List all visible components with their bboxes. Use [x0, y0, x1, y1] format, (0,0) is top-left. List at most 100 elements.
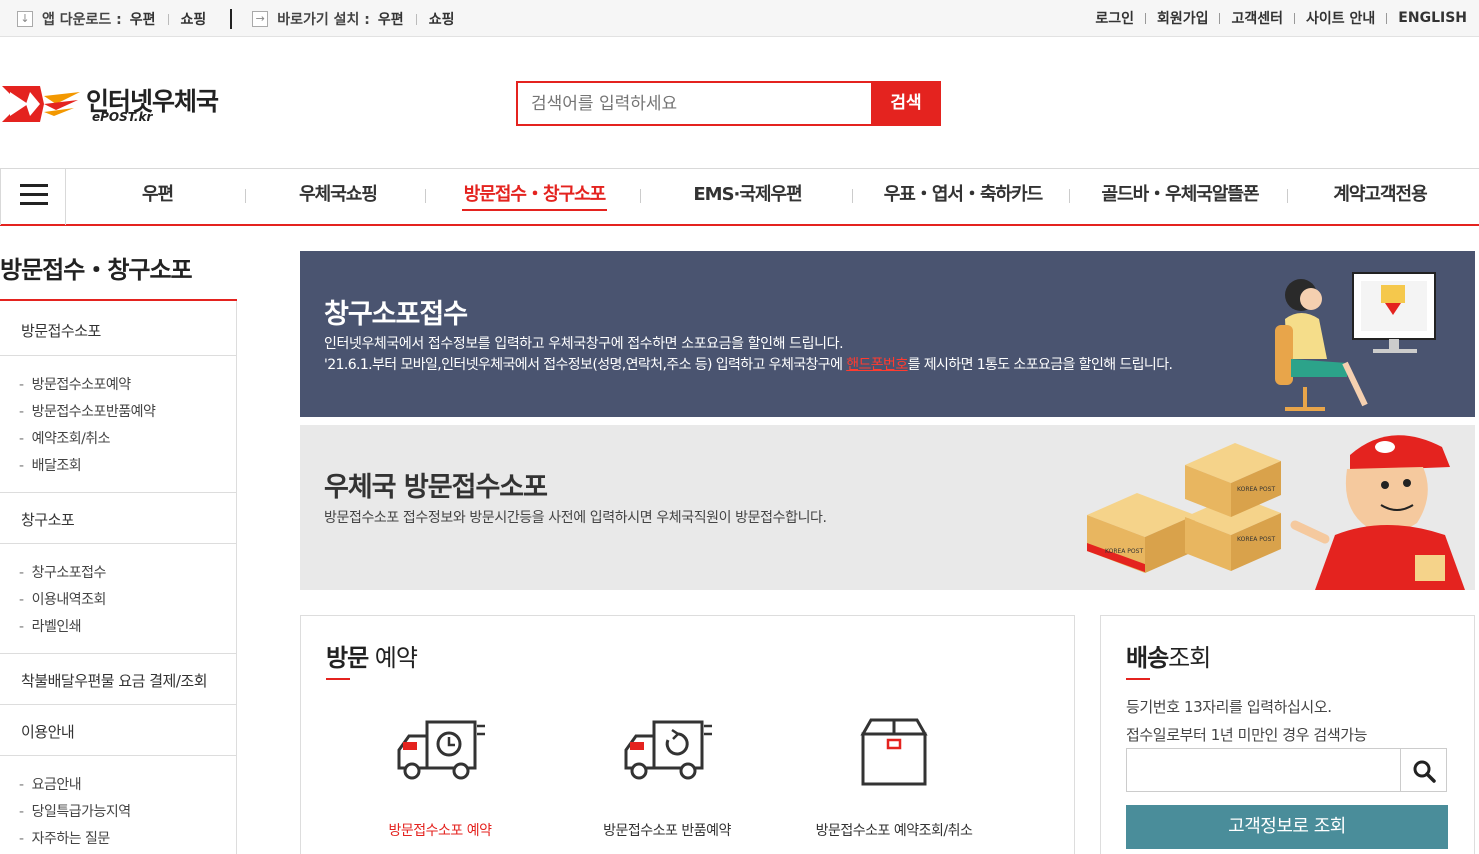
sidebar-item[interactable]: 라벨인쇄	[19, 616, 82, 636]
shortcut-label: 바로가기 설치 :	[277, 12, 370, 28]
sidebar-item[interactable]: 방문접수소포반품예약	[19, 401, 156, 421]
postman-character	[1290, 435, 1465, 590]
login-link[interactable]: 로그인	[1095, 8, 1134, 28]
sidebar-section: 이용안내	[0, 705, 236, 756]
main-navigation: 우편 우체국쇼핑 방문접수・창구소포 EMS·국제우편 우표・엽서・축하카드 골…	[0, 168, 1479, 226]
utility-left: ↓ 앱 다운로드 : 우편 쇼핑 → 바로가기 설치 : 우편 쇼핑	[17, 9, 454, 29]
menu-icon[interactable]	[0, 169, 66, 225]
visit-reservation-card: 방문 예약 방문접수소포 예약 방문접수소포 반품예약 방문접수소포 예약조회/…	[300, 615, 1075, 854]
divider	[1219, 12, 1221, 24]
sidebar-item[interactable]: 창구소포접수	[19, 562, 107, 582]
reservation-lookup-label: 방문접수소포 예약조회/취소	[815, 823, 973, 839]
sidebar-section: 방문접수소포예약 방문접수소포반품예약 예약조회/취소 배달조회	[0, 356, 236, 493]
divider	[852, 189, 853, 203]
divider	[1069, 189, 1070, 203]
sidebar-section: 창구소포접수 이용내역조회 라벨인쇄	[0, 544, 236, 654]
divider	[245, 189, 246, 203]
app-download-post-link[interactable]: 우편	[130, 9, 156, 29]
svg-text:KOREA POST: KOREA POST	[1105, 548, 1143, 555]
utility-bar: ↓ 앱 다운로드 : 우편 쇼핑 → 바로가기 설치 : 우편 쇼핑 로그인 회…	[0, 0, 1479, 37]
visit-return-reservation-label: 방문접수소포 반품예약	[603, 823, 731, 839]
shortcut-shop-link[interactable]: 쇼핑	[429, 9, 455, 29]
box-icon	[860, 718, 928, 786]
epost-logo[interactable]: 인터넷우체국 ePOST.kr	[0, 78, 240, 130]
sidebar-head-visit-parcel[interactable]: 방문접수소포	[21, 320, 101, 341]
card-title: 배송조회	[1126, 644, 1211, 672]
visit-return-reservation-service[interactable]: 방문접수소포 반품예약	[557, 716, 777, 846]
nav-contract-customer[interactable]: 계약고객전용	[1325, 169, 1435, 225]
search-button[interactable]: 검색	[871, 81, 941, 126]
site-guide-link[interactable]: 사이트 안내	[1306, 8, 1375, 28]
counter-parcel-banner[interactable]: 창구소포접수 인터넷우체국에서 접수정보를 입력하고 우체국창구에 접수하면 소…	[300, 251, 1475, 417]
title-accent-line	[326, 678, 350, 680]
sidebar-item[interactable]: 예약조회/취소	[19, 428, 111, 448]
app-download-shop-link[interactable]: 쇼핑	[181, 9, 207, 29]
banner-text: 인터넷우체국에서 접수정보를 입력하고 우체국창구에 접수하면 소포요금을 할인…	[324, 336, 844, 352]
nav-stamps-cards[interactable]: 우표・엽서・축하카드	[878, 169, 1048, 225]
sidebar-head-usage-guide[interactable]: 이용안내	[21, 721, 75, 742]
banner-title: 우체국 방문접수소포	[324, 472, 548, 503]
tracking-number-input[interactable]	[1126, 748, 1401, 792]
sidebar-section: 요금안내 당일특급가능지역 자주하는 질문	[0, 756, 236, 854]
visit-reservation-service[interactable]: 방문접수소포 예약	[330, 716, 550, 846]
shortcut-icon: →	[252, 11, 269, 27]
customer-center-link[interactable]: 고객센터	[1231, 8, 1283, 28]
truck-clock-icon	[397, 720, 485, 780]
utility-right: 로그인 회원가입 고객센터 사이트 안내 ENGLISH	[1095, 8, 1467, 28]
tracking-search-button[interactable]	[1400, 748, 1447, 792]
divider	[1287, 189, 1288, 203]
sidebar-head-counter-parcel[interactable]: 창구소포	[21, 509, 75, 530]
nav-ems[interactable]: EMS·국제우편	[690, 169, 805, 225]
nav-goldbar-phone[interactable]: 골드바・우체국알뜰폰	[1095, 169, 1265, 225]
search-input[interactable]	[516, 81, 872, 126]
phone-number-highlight: 핸드폰번호	[846, 357, 908, 373]
svg-text:KOREA POST: KOREA POST	[1237, 486, 1275, 493]
app-download-label: 앱 다운로드 :	[42, 12, 122, 28]
svg-text:KOREA POST: KOREA POST	[1237, 536, 1275, 543]
divider	[167, 13, 169, 25]
lookup-by-customer-info-button[interactable]: 고객정보로 조회	[1126, 805, 1448, 849]
delivery-tracking-card: 배송조회 등기번호 13자리를 입력하십시오. 접수일로부터 1년 미만인 경우…	[1100, 615, 1475, 854]
banner-text: 방문접수소포 접수정보와 방문시간등을 사전에 입력하시면 우체국직원이 방문접…	[324, 510, 827, 526]
sidebar-section: 방문접수소포	[0, 301, 236, 356]
sidebar-section: 착불배달우편물 요금 결제/조회	[0, 654, 236, 705]
sidebar-head-cod-payment[interactable]: 착불배달우편물 요금 결제/조회	[21, 670, 208, 691]
english-link[interactable]: ENGLISH	[1398, 10, 1467, 26]
sidebar-section: 창구소포	[0, 493, 236, 544]
sidebar-item[interactable]: 이용내역조회	[19, 589, 107, 609]
sidebar-title: 방문접수・창구소포	[0, 256, 193, 284]
logo-subtext: ePOST.kr	[92, 110, 153, 124]
nav-visit-parcel[interactable]: 방문접수・창구소포	[462, 169, 607, 225]
banner-title: 창구소포접수	[324, 299, 468, 330]
sidebar: 방문접수소포 방문접수소포예약 방문접수소포반품예약 예약조회/취소 배달조회 …	[0, 301, 237, 854]
truck-return-icon	[624, 720, 712, 780]
signup-link[interactable]: 회원가입	[1157, 8, 1209, 28]
box: KOREA POST	[1087, 493, 1195, 573]
nav-shopping[interactable]: 우체국쇼핑	[288, 169, 388, 225]
card-title: 방문 예약	[326, 644, 418, 672]
sidebar-item[interactable]: 방문접수소포예약	[19, 374, 132, 394]
tracking-note: 접수일로부터 1년 미만인 경우 검색가능	[1126, 726, 1368, 744]
sidebar-item[interactable]: 당일특급가능지역	[19, 801, 132, 821]
woman-at-computer-illustration	[1275, 272, 1436, 411]
search-icon	[1413, 760, 1436, 783]
download-icon: ↓	[17, 11, 33, 27]
divider	[640, 189, 641, 203]
sidebar-item[interactable]: 배달조회	[19, 455, 82, 475]
visit-reservation-label: 방문접수소포 예약	[388, 823, 493, 839]
title-accent-line	[1126, 678, 1150, 680]
sidebar-item[interactable]: 자주하는 질문	[19, 828, 111, 848]
epost-emblem-icon	[2, 86, 80, 122]
reservation-lookup-service[interactable]: 방문접수소포 예약조회/취소	[784, 716, 1004, 846]
visit-parcel-banner[interactable]: 우체국 방문접수소포 방문접수소포 접수정보와 방문시간등을 사전에 입력하시면…	[300, 425, 1475, 590]
divider	[230, 9, 233, 29]
shortcut-post-link[interactable]: 우편	[378, 9, 404, 29]
divider	[415, 13, 417, 25]
divider	[1294, 12, 1296, 24]
divider	[1144, 12, 1146, 24]
sidebar-item[interactable]: 요금안내	[19, 774, 82, 794]
tracking-instructions: 등기번호 13자리를 입력하십시오.	[1126, 698, 1332, 716]
divider	[425, 189, 426, 203]
box: KOREA POST	[1185, 443, 1281, 517]
nav-post[interactable]: 우편	[110, 169, 205, 225]
